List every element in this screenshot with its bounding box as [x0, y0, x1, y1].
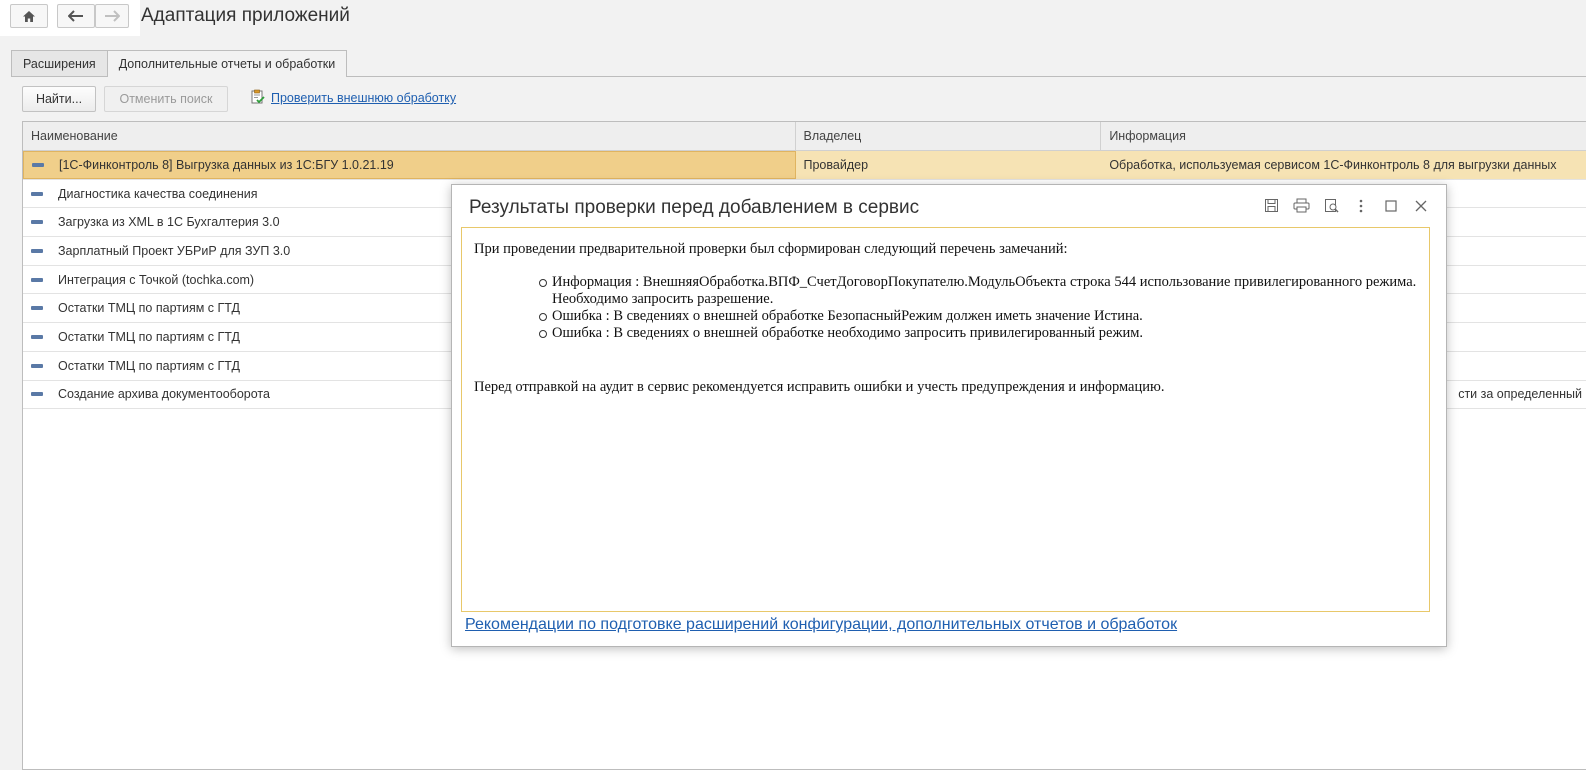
row-marker-icon	[31, 220, 43, 225]
report-item: Ошибка : В сведениях о внешней обработке…	[539, 325, 1417, 342]
report-closing: Перед отправкой на аудит в сервис рекоме…	[474, 379, 1165, 395]
report-item: Информация : ВнешняяОбработка.ВПФ_СчетДо…	[539, 274, 1417, 307]
table-row[interactable]: [1С-Финконтроль 8] Выгрузка данных из 1С…	[23, 151, 1586, 180]
cell-name-text: Остатки ТМЦ по партиям с ГТД	[58, 358, 240, 373]
save-icon	[1264, 198, 1279, 216]
clipboard-check-icon	[250, 89, 265, 107]
cell-name-text: Создание архива документооборота	[58, 387, 270, 402]
report-intro: При проведении предварительной проверки …	[474, 241, 1068, 257]
home-icon	[22, 10, 36, 23]
tab-additional-reports[interactable]: Дополнительные отчеты и обработки	[106, 50, 348, 77]
preview-button[interactable]	[1316, 197, 1346, 217]
row-marker-icon	[31, 334, 43, 339]
table-header: Наименование Владелец Информация	[23, 122, 1586, 151]
check-external-link[interactable]: Проверить внешнюю обработку	[250, 89, 456, 107]
tab-bar: Расширения Дополнительные отчеты и обраб…	[11, 50, 348, 77]
check-external-label[interactable]: Проверить внешнюю обработку	[271, 91, 456, 105]
cancel-search-button[interactable]: Отменить поиск	[104, 86, 228, 112]
column-header-info[interactable]: Информация	[1101, 122, 1586, 150]
forward-button[interactable]	[95, 4, 129, 28]
cell-name-text: [1С-Финконтроль 8] Выгрузка данных из 1С…	[59, 157, 394, 172]
arrow-left-icon	[68, 10, 84, 22]
cell-name-text: Диагностика качества соединения	[58, 186, 258, 201]
cell-name-text: Зарплатный Проект УБРиР для ЗУП 3.0	[58, 243, 291, 258]
row-marker-icon	[31, 306, 43, 311]
cell-info-text: сти за определенный	[1458, 387, 1582, 402]
more-button[interactable]	[1346, 197, 1376, 217]
dialog-toolbar	[1256, 197, 1436, 217]
back-button[interactable]	[57, 4, 95, 28]
cell-name-text: Остатки ТМЦ по партиям с ГТД	[58, 301, 240, 316]
row-marker-icon	[31, 191, 43, 196]
cell-name-text: Загрузка из XML в 1С Бухгалтерия 3.0	[58, 215, 280, 230]
check-results-dialog: Результаты проверки перед добавлением в …	[451, 184, 1447, 647]
print-button[interactable]	[1286, 197, 1316, 217]
column-header-name[interactable]: Наименование	[23, 122, 796, 150]
row-marker-icon	[32, 162, 44, 167]
home-button[interactable]	[10, 4, 48, 28]
recommendations-link[interactable]: Рекомендации по подготовке расширений ко…	[465, 616, 1177, 634]
close-button[interactable]	[1406, 197, 1436, 217]
close-icon	[1415, 200, 1427, 215]
arrow-right-icon	[104, 10, 120, 22]
preview-icon	[1324, 198, 1339, 216]
dialog-report-content: При проведении предварительной проверки …	[461, 227, 1430, 612]
save-button[interactable]	[1256, 197, 1286, 217]
cell-owner: Провайдер	[803, 157, 869, 172]
column-header-owner[interactable]: Владелец	[796, 122, 1102, 150]
report-item: Ошибка : В сведениях о внешней обработке…	[539, 308, 1417, 325]
cell-info: Обработка, используемая сервисом 1С-Финк…	[1109, 157, 1557, 172]
maximize-button[interactable]	[1376, 197, 1406, 217]
row-marker-icon	[31, 248, 43, 253]
tab-extensions[interactable]: Расширения	[11, 50, 108, 76]
cell-name-text: Интеграция с Точкой (tochka.com)	[58, 272, 255, 287]
more-vertical-icon	[1359, 199, 1363, 216]
cell-name: [1С-Финконтроль 8] Выгрузка данных из 1С…	[23, 151, 796, 179]
report-items: Информация : ВнешняяОбработка.ВПФ_СчетДо…	[539, 274, 1417, 342]
row-marker-icon	[31, 392, 43, 397]
row-marker-icon	[31, 277, 43, 282]
find-button[interactable]: Найти...	[22, 86, 96, 112]
maximize-icon	[1385, 199, 1397, 215]
page-title: Адаптация приложений	[141, 5, 350, 26]
dialog-title: Результаты проверки перед добавлением в …	[469, 197, 920, 218]
print-icon	[1293, 198, 1310, 216]
row-marker-icon	[31, 363, 43, 368]
cell-name-text: Остатки ТМЦ по партиям с ГТД	[58, 329, 240, 344]
